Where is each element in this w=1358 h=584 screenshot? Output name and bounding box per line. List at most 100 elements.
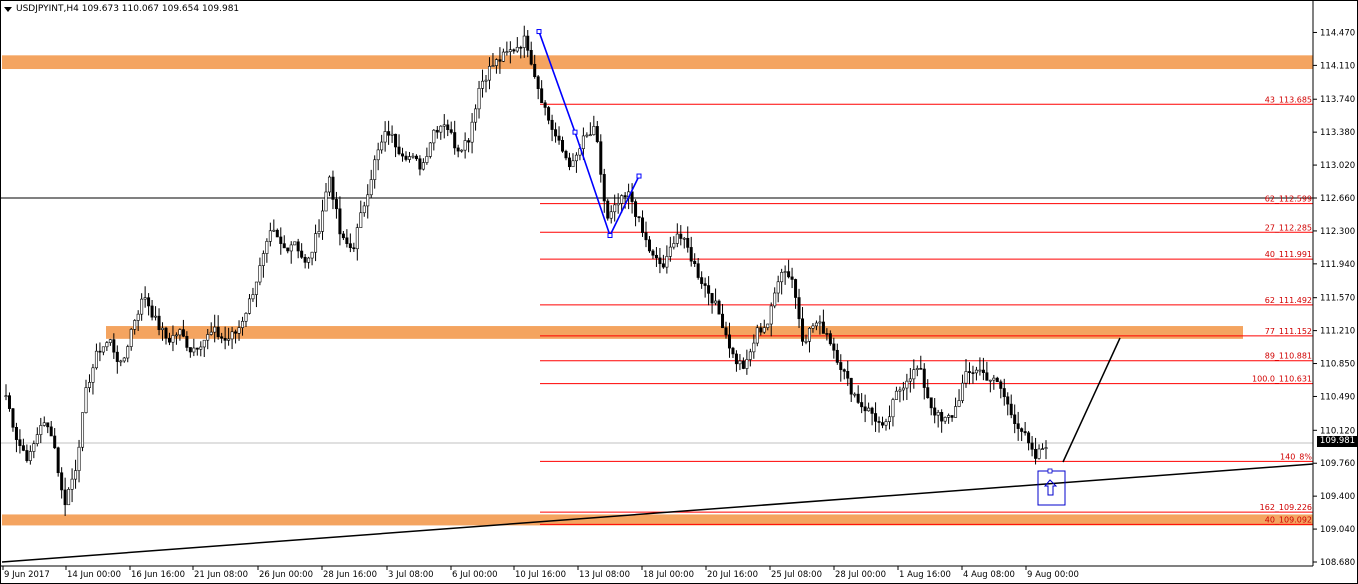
resistance-zone-0[interactable] (2, 55, 1313, 70)
candle-body (98, 350, 102, 353)
candle-body (839, 362, 843, 370)
time-label: 14 Jun 00:00 (67, 570, 121, 580)
candle-body (397, 146, 401, 155)
candle-body (853, 393, 857, 396)
candle-body (18, 439, 22, 446)
candle-body (964, 371, 968, 384)
candle-body (282, 243, 286, 249)
candle-body (474, 108, 478, 123)
time-label: 13 Jul 08:00 (579, 570, 630, 580)
candle-body (300, 250, 304, 258)
candle-body (727, 334, 731, 349)
buy-signal-box[interactable] (1037, 470, 1066, 506)
candle-body (766, 323, 770, 328)
candle-body (554, 129, 558, 137)
price-label: 109.760 (1320, 459, 1355, 469)
candle-body (776, 281, 780, 294)
fib-label-5: 77_111.152 (1265, 327, 1312, 336)
time-label: 28 Jul 00:00 (835, 570, 886, 580)
wave-point-2[interactable] (607, 232, 613, 238)
candle-body (237, 327, 241, 334)
candle-body (394, 133, 398, 148)
candle-body (21, 445, 25, 451)
candle-body (1006, 396, 1010, 405)
candle-body (884, 421, 888, 426)
ascending-trendline[interactable] (1, 463, 1314, 563)
price-label: 109.400 (1320, 492, 1355, 502)
candle-body (609, 211, 613, 219)
candle-body (769, 305, 773, 325)
time-label: 9 Aug 00:00 (1027, 570, 1079, 580)
candle-body (585, 134, 589, 137)
candle-body (943, 417, 947, 422)
candle-body (908, 378, 912, 382)
candle-body (449, 129, 453, 133)
candle-body (846, 371, 850, 379)
candle-body (133, 320, 137, 330)
candle-body (491, 65, 495, 67)
candle-body (74, 470, 78, 480)
candle-body (762, 327, 766, 333)
candle-body (11, 408, 15, 428)
candle-body (321, 210, 325, 232)
price-label: 113.380 (1320, 128, 1355, 138)
candle-body (533, 63, 537, 78)
candle-body (147, 297, 151, 307)
fib-label-1: 62_112.599 (1265, 195, 1312, 204)
candle-body (790, 276, 794, 280)
candle-body (721, 313, 725, 329)
candle-body (780, 272, 784, 283)
candle-body (745, 359, 749, 369)
candle-body (915, 368, 919, 370)
candle-body (637, 216, 641, 219)
candle-body (247, 298, 251, 314)
candle-body (505, 51, 509, 53)
candle-body (230, 331, 234, 340)
candle-body (540, 88, 544, 104)
time-label: 3 Jul 08:00 (388, 570, 434, 580)
candle-body (481, 80, 485, 89)
anchor-handle[interactable] (1047, 468, 1053, 474)
candle-body (734, 353, 738, 365)
candle-body (42, 422, 46, 426)
resistance-zone-2[interactable] (2, 514, 1313, 526)
candle-body (922, 368, 926, 388)
price-chart[interactable]: 43_113.685 62_112.599 27_112.285 40_111.991… (0, 0, 1358, 584)
candle-body (693, 260, 697, 265)
candle-body (324, 191, 328, 212)
triangle-down-icon[interactable] (4, 6, 12, 12)
chart-window[interactable]: 43_113.685 62_112.599 27_112.285 40_111.991… (0, 0, 1358, 584)
candle-body (731, 347, 735, 355)
candle-body (373, 159, 377, 180)
candle-body (887, 416, 891, 422)
candle-body (91, 367, 95, 383)
candle-body (25, 450, 29, 461)
candle-body (860, 402, 864, 408)
price-label: 109.040 (1320, 525, 1355, 535)
wave-point-1[interactable] (572, 129, 578, 135)
candle-body (289, 244, 293, 252)
candle-body (950, 415, 954, 418)
candle-body (122, 357, 126, 362)
candle-body (961, 382, 965, 401)
candle-body (404, 155, 408, 160)
candle-body (1009, 403, 1013, 416)
candle-body (369, 179, 373, 196)
candle-body (227, 338, 231, 341)
candle-body (446, 124, 450, 130)
candle-body (390, 133, 394, 136)
candle-body (338, 208, 342, 235)
candle-body (174, 334, 178, 337)
candle-body (303, 256, 307, 263)
fib-label-4: 62_111.492 (1265, 296, 1312, 305)
wave-point-0[interactable] (536, 29, 542, 35)
candle-body (644, 232, 648, 241)
candle-body (710, 293, 714, 304)
candle-body (293, 241, 297, 246)
candle-body (519, 46, 523, 49)
candle-body (310, 251, 314, 259)
candle-body (1016, 423, 1020, 429)
resistance-zone-1[interactable] (106, 326, 1243, 339)
wave-point-3[interactable] (636, 173, 642, 179)
candle-body (157, 315, 161, 331)
